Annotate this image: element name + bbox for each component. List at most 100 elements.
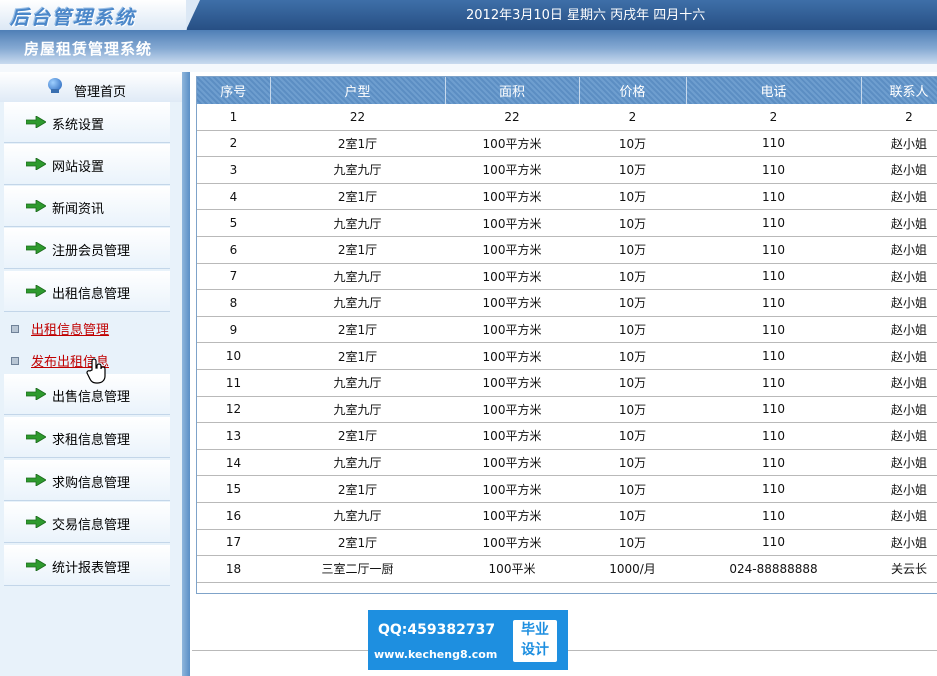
table-cell: 九室九厅 xyxy=(270,502,445,530)
table-cell: 10万 xyxy=(579,156,686,184)
column-header: 户型 xyxy=(270,77,446,104)
system-title-bar: 房屋租赁管理系统 xyxy=(0,30,937,64)
table-cell: 100平方米 xyxy=(445,316,579,344)
table-cell: 110 xyxy=(686,209,861,237)
table-cell: 赵小姐 xyxy=(861,263,937,291)
table-cell: 赵小姐 xyxy=(861,342,937,370)
sidebar-home-label: 管理首页 xyxy=(74,85,127,100)
green-arrow-icon xyxy=(26,116,46,128)
table-cell: 九室九厅 xyxy=(270,156,445,184)
table-row: 14 九室九厅 100平方米 10万 110 赵小姐 xyxy=(197,449,937,477)
table-row: 6 2室1厅 100平方米 10万 110 赵小姐 xyxy=(197,236,937,264)
table-cell: 100平方米 xyxy=(445,289,579,317)
table-cell: 100平方米 xyxy=(445,475,579,503)
table-row: 15 2室1厅 100平方米 10万 110 赵小姐 xyxy=(197,475,937,503)
table-cell: 110 xyxy=(686,396,861,424)
rental-table-frame: 序号 户型 面积 价格 电话 联系人 1 22 22 2 2 2 2 2室1厅 100平方米 10万 110 赵… xyxy=(196,76,937,594)
table-cell: 100平米 xyxy=(445,555,579,583)
sidebar-item-site-settings[interactable]: 网站设置 xyxy=(4,144,170,185)
column-header: 联系人 xyxy=(861,77,937,104)
table-cell: 2室1厅 xyxy=(270,529,445,557)
table-row: 17 2室1厅 100平方米 10万 110 赵小姐 xyxy=(197,529,937,557)
table-cell: 2室1厅 xyxy=(270,236,445,264)
table-cell: 110 xyxy=(686,289,861,317)
table-cell: 110 xyxy=(686,369,861,397)
computer-globe-icon xyxy=(48,78,62,93)
system-title: 房屋租赁管理系统 xyxy=(24,40,153,58)
table-cell: 100平方米 xyxy=(445,156,579,184)
table-cell: 赵小姐 xyxy=(861,209,937,237)
table-row: 11 九室九厅 100平方米 10万 110 赵小姐 xyxy=(197,369,937,397)
table-cell: 赵小姐 xyxy=(861,316,937,344)
table-cell: 10万 xyxy=(579,183,686,211)
sidebar-border xyxy=(182,72,190,676)
sidebar-item-label: 新闻资讯 xyxy=(52,202,105,217)
table-cell: 100平方米 xyxy=(445,209,579,237)
table-row: 13 2室1厅 100平方米 10万 110 赵小姐 xyxy=(197,422,937,450)
sidebar-home[interactable]: 管理首页 xyxy=(0,72,182,102)
sidebar-subitem-label[interactable]: 出租信息管理 xyxy=(31,319,109,338)
table-cell: 赵小姐 xyxy=(861,475,937,503)
table-cell: 100平方米 xyxy=(445,502,579,530)
top-header-bar: 后台管理系统 2012年3月10日 星期六 丙戌年 四月十六 xyxy=(0,0,937,30)
sidebar-subitem-publish-rental[interactable]: 发布出租信息 xyxy=(0,348,170,374)
table-row: 5 九室九厅 100平方米 10万 110 赵小姐 xyxy=(197,209,937,237)
header-divider xyxy=(0,64,937,72)
table-cell: 九室九厅 xyxy=(270,289,445,317)
table-cell: 2室1厅 xyxy=(270,316,445,344)
table-cell: 110 xyxy=(686,502,861,530)
sidebar-item-wanted-purchase[interactable]: 求购信息管理 xyxy=(4,460,170,501)
green-arrow-icon xyxy=(26,474,46,486)
sidebar-item-label: 出租信息管理 xyxy=(52,287,131,302)
table-cell: 110 xyxy=(686,263,861,291)
table-cell: 2室1厅 xyxy=(270,183,445,211)
table-cell: 赵小姐 xyxy=(861,236,937,264)
table-cell: 100平方米 xyxy=(445,263,579,291)
hand-cursor-icon xyxy=(86,358,106,384)
sidebar-item-label: 交易信息管理 xyxy=(52,518,131,533)
table-cell: 赵小姐 xyxy=(861,156,937,184)
table-cell: 110 xyxy=(686,529,861,557)
green-arrow-icon xyxy=(26,516,46,528)
green-arrow-icon xyxy=(26,158,46,170)
table-cell: 8 xyxy=(197,289,270,317)
sidebar-subitem-rental-manage[interactable]: 出租信息管理 xyxy=(0,316,170,342)
table-cell: 13 xyxy=(197,422,270,450)
table-cell: 10万 xyxy=(579,130,686,158)
column-header: 序号 xyxy=(197,77,271,104)
table-cell: 22 xyxy=(270,104,445,131)
table-cell: 九室九厅 xyxy=(270,396,445,424)
watermark-tag-line: 设计 xyxy=(521,642,549,658)
table-cell: 110 xyxy=(686,236,861,264)
app-logo: 后台管理系统 xyxy=(10,7,137,29)
bullet-icon xyxy=(11,357,19,365)
sidebar-item-news[interactable]: 新闻资讯 xyxy=(4,186,170,227)
table-cell: 10万 xyxy=(579,209,686,237)
table-cell: 2室1厅 xyxy=(270,422,445,450)
green-arrow-icon xyxy=(26,559,46,571)
table-cell: 2 xyxy=(197,130,270,158)
column-header: 价格 xyxy=(579,77,687,104)
table-cell: 110 xyxy=(686,422,861,450)
table-cell: 100平方米 xyxy=(445,236,579,264)
table-cell: 100平方米 xyxy=(445,369,579,397)
table-cell: 10万 xyxy=(579,475,686,503)
table-cell: 2室1厅 xyxy=(270,475,445,503)
sidebar-item-wanted-rental[interactable]: 求租信息管理 xyxy=(4,417,170,458)
table-cell: 110 xyxy=(686,342,861,370)
table-cell: 024-88888888 xyxy=(686,555,861,583)
table-cell: 6 xyxy=(197,236,270,264)
sidebar-item-transactions[interactable]: 交易信息管理 xyxy=(4,502,170,543)
table-row: 16 九室九厅 100平方米 10万 110 赵小姐 xyxy=(197,502,937,530)
sidebar-item-system-settings[interactable]: 系统设置 xyxy=(4,102,170,143)
sidebar-item-reports[interactable]: 统计报表管理 xyxy=(4,545,170,586)
table-row: 4 2室1厅 100平方米 10万 110 赵小姐 xyxy=(197,183,937,211)
sidebar-item-label: 网站设置 xyxy=(52,160,105,175)
sidebar-item-members[interactable]: 注册会员管理 xyxy=(4,228,170,269)
table-header-row: 序号 户型 面积 价格 电话 联系人 xyxy=(197,77,937,104)
sidebar-item-rental-info[interactable]: 出租信息管理 xyxy=(4,271,170,312)
table-cell: 10万 xyxy=(579,449,686,477)
watermark-url: www.kecheng8.com xyxy=(374,648,498,661)
table-cell: 7 xyxy=(197,263,270,291)
table-cell: 赵小姐 xyxy=(861,529,937,557)
